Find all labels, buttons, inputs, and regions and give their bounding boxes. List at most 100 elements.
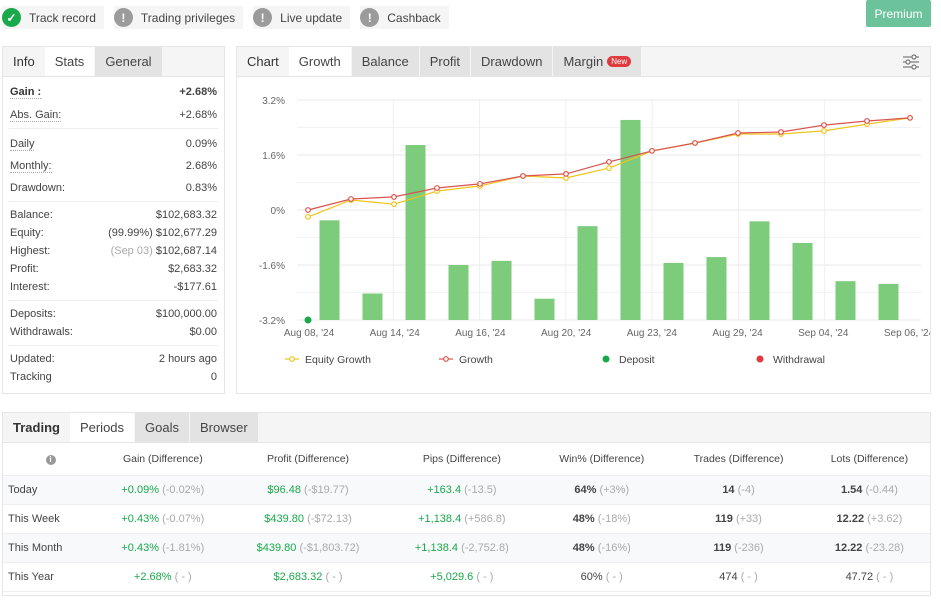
- y-tick-label: -1.6%: [259, 261, 285, 272]
- legend-label[interactable]: Withdrawal: [773, 354, 825, 366]
- tab-drawdown[interactable]: Drawdown: [471, 47, 553, 76]
- legend-label[interactable]: Deposit: [619, 354, 655, 366]
- equity-growth-point: [391, 201, 397, 208]
- tab-growth[interactable]: Growth: [288, 47, 351, 76]
- bar: [620, 119, 641, 320]
- bar: [405, 145, 426, 320]
- bar: [878, 283, 899, 320]
- x-tick-label: Aug 16, '24: [455, 328, 506, 339]
- premium-button[interactable]: Premium: [866, 0, 931, 27]
- divider: [9, 300, 218, 301]
- col-lots: Lots (Difference): [808, 443, 930, 476]
- growth-point: [649, 147, 655, 154]
- growth-point: [391, 194, 397, 200]
- x-tick-label: Aug 20, '24: [541, 328, 592, 339]
- chart-tabs: Chart Growth Balance Profit Drawdown Mar…: [237, 47, 930, 77]
- tab-browser[interactable]: Browser: [190, 413, 258, 442]
- abs-gain-value: +2.68%: [179, 109, 217, 121]
- equity-value: $102,677.29: [155, 227, 217, 239]
- x-tick-label: Aug 08, '24: [284, 328, 335, 339]
- tab-margin[interactable]: Margin New: [553, 47, 642, 76]
- tab-balance[interactable]: Balance: [351, 47, 419, 76]
- bar: [319, 220, 340, 320]
- growth-point: [477, 180, 483, 187]
- daily-label[interactable]: Daily: [10, 138, 35, 151]
- withdrawals-row: Withdrawals: $0.00: [3, 323, 224, 341]
- gain-row: Gain : +2.68%: [3, 83, 224, 101]
- bar: [577, 226, 598, 320]
- bar: [448, 265, 469, 320]
- growth-point: [520, 173, 526, 179]
- new-badge: New: [607, 56, 632, 67]
- divider: [9, 128, 218, 129]
- tab-periods[interactable]: Periods: [69, 413, 135, 442]
- monthly-label[interactable]: Monthly:: [10, 160, 52, 173]
- highest-label: Highest:: [10, 245, 51, 257]
- verification-badges: ✓ Track record ! Trading privileges ! Live …: [2, 6, 449, 29]
- growth-point: [434, 185, 440, 191]
- equity-percent: (99.99%): [108, 227, 153, 239]
- tab-stats[interactable]: Stats: [44, 47, 95, 76]
- growth-point: [606, 158, 612, 165]
- growth-point: [692, 140, 698, 146]
- gain-label[interactable]: Gain :: [10, 86, 42, 99]
- growth-point: [305, 207, 311, 213]
- col-profit: Profit (Difference): [227, 443, 389, 476]
- growth-point: [821, 122, 827, 128]
- tracking-row: Tracking 0: [3, 368, 224, 386]
- legend-marker-icon: [443, 356, 449, 362]
- tab-profit[interactable]: Profit: [419, 47, 471, 76]
- growth-chart: 3.2% 1.6% 0% -1.6% -3.2%Aug 08, '24 Aug 14, '…: [259, 96, 930, 366]
- tab-info[interactable]: Info: [3, 47, 45, 76]
- badge-trading-privileges[interactable]: ! Trading privileges: [113, 6, 244, 29]
- divider: [9, 345, 218, 346]
- bar: [534, 298, 555, 320]
- period-label: This Week: [3, 504, 98, 534]
- y-tick-label: 1.6%: [262, 151, 285, 162]
- growth-point: [735, 130, 741, 136]
- legend-label[interactable]: Equity Growth: [305, 354, 371, 366]
- check-circle-icon: ✓: [2, 8, 21, 27]
- chart-panel: Chart Growth Balance Profit Drawdown Mar…: [236, 46, 931, 394]
- info-tabs: Info Stats General: [3, 47, 224, 77]
- tab-chart[interactable]: Chart: [237, 47, 289, 76]
- withdrawals-value: $0.00: [189, 326, 217, 338]
- period-label: Today: [3, 475, 98, 505]
- table-row: This Year +2.68% ( - ) $2,683.32 ( - ) +5,0…: [3, 562, 930, 592]
- x-tick-label: Aug 14, '24: [370, 328, 421, 339]
- badge-track-record[interactable]: ✓ Track record: [2, 6, 104, 29]
- badge-cashback[interactable]: ! Cashback: [360, 6, 449, 29]
- abs-gain-row: Abs. Gain: +2.68%: [3, 106, 224, 124]
- interest-row: Interest: -$177.61: [3, 278, 224, 296]
- equity-growth-point: [821, 128, 827, 134]
- growth-point: [348, 196, 354, 202]
- updated-value: 2 hours ago: [158, 353, 217, 365]
- period-label: This Month: [3, 533, 98, 563]
- highest-date: (Sep 03): [110, 245, 153, 257]
- bar: [491, 260, 512, 320]
- tab-general[interactable]: General: [95, 47, 162, 76]
- deposits-value: $100,000.00: [155, 308, 217, 320]
- info-icon[interactable]: i: [45, 454, 56, 465]
- badge-live-update[interactable]: ! Live update: [253, 6, 351, 29]
- legend-dot-icon: [602, 355, 610, 363]
- bar: [835, 281, 856, 320]
- deposit-point: [304, 316, 312, 324]
- legend-label[interactable]: Growth: [459, 354, 493, 366]
- equity-row: Equity: (99.99%) $102,677.29: [3, 224, 224, 242]
- x-tick-label: Aug 29, '24: [712, 328, 763, 339]
- tab-goals[interactable]: Goals: [135, 413, 189, 442]
- deposits-row: Deposits: $100,000.00: [3, 305, 224, 323]
- col-pips: Pips (Difference): [388, 443, 536, 476]
- x-tick-label: Aug 23, '24: [627, 328, 678, 339]
- tab-trading[interactable]: Trading: [3, 413, 70, 442]
- period-label: This Year: [3, 562, 98, 592]
- abs-gain-label[interactable]: Abs. Gain:: [10, 109, 62, 122]
- profit-value: $2,683.32: [168, 263, 217, 275]
- bar: [749, 221, 770, 320]
- interest-label: Interest:: [10, 281, 50, 293]
- growth-point: [864, 118, 870, 124]
- chart-settings-icon[interactable]: [902, 53, 920, 71]
- balance-value: $102,683.32: [155, 209, 217, 221]
- info-panel: Info Stats General Gain : +2.68% Abs. Gai…: [2, 46, 225, 394]
